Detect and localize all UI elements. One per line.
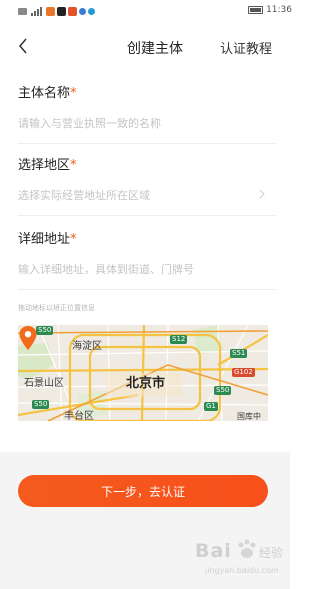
map-hint: 拖动地标以矫正位置信息 — [18, 304, 95, 312]
watermark-subtitle: 经验 — [259, 546, 284, 560]
road-shield: S50 — [214, 386, 232, 395]
next-step-button[interactable]: 下一步，去认证 — [18, 475, 268, 507]
chevron-right-icon — [259, 189, 265, 199]
region-field[interactable]: 选择地区* 选择实际经营地址所在区域 — [18, 154, 276, 216]
certification-tutorial-link[interactable]: 认证教程 — [220, 38, 272, 57]
region-select[interactable]: 选择实际经营地址所在区域 — [18, 187, 276, 203]
road-shield: S51 — [230, 349, 248, 358]
tiktok-icon — [57, 6, 66, 16]
map-label: 国库中枢 — [237, 412, 261, 421]
required-mark: * — [70, 86, 77, 101]
chevron-left-icon — [19, 38, 27, 54]
status-icons — [18, 6, 95, 16]
hd-icon — [18, 7, 27, 15]
divider — [18, 215, 276, 216]
location-map[interactable]: S50 S12 S51 G102 S50 G1 S50 海淀区 石景山区 北京市… — [18, 325, 268, 421]
paw-logo-icon — [238, 539, 256, 558]
signal-icon — [31, 6, 42, 16]
entity-name-field: 主体名称* 请输入与营业执照一致的名称 — [18, 82, 276, 144]
back-button[interactable] — [12, 34, 34, 58]
app-icon — [46, 6, 55, 16]
map-label: 丰台区 — [64, 411, 94, 421]
divider — [18, 289, 276, 290]
address-label: 详细地址* — [18, 232, 77, 247]
watermark-brand: Bai — [195, 540, 232, 562]
road-shield: S50 — [32, 400, 50, 409]
map-label: 北京市 — [126, 376, 166, 391]
battery-icon — [248, 6, 264, 14]
address-field: 详细地址* 输入详细地址，具体到街道、门牌号 — [18, 228, 276, 290]
map-label: 海淀区 — [72, 341, 102, 352]
address-input[interactable]: 输入详细地址，具体到街道、门牌号 — [18, 261, 276, 277]
road-shield: S50 — [36, 326, 54, 335]
app-icon — [79, 7, 86, 15]
watermark-url: jingyan.baidu.com — [205, 566, 279, 575]
road-shield: S12 — [170, 335, 188, 344]
road-shield: G1 — [204, 402, 218, 411]
app-icon — [68, 6, 77, 16]
nav-bar: 创建主体 认证教程 — [0, 30, 310, 64]
entity-name-input[interactable]: 请输入与营业执照一致的名称 — [18, 115, 276, 131]
app-icon — [88, 7, 95, 15]
entity-name-label: 主体名称* — [18, 86, 77, 101]
status-time: 11:36 — [266, 5, 292, 15]
location-pin-icon[interactable] — [18, 325, 38, 351]
map-label: 石景山区 — [24, 378, 64, 389]
required-mark: * — [70, 158, 77, 173]
status-bar: 11:36 — [0, 0, 310, 22]
road-shield: G102 — [232, 368, 255, 377]
baidu-watermark: Bai 经验 jingyan.baidu.com — [195, 538, 295, 583]
required-mark: * — [70, 232, 77, 247]
divider — [18, 143, 276, 144]
status-right: 11:36 — [248, 5, 292, 15]
region-label: 选择地区* — [18, 158, 77, 173]
